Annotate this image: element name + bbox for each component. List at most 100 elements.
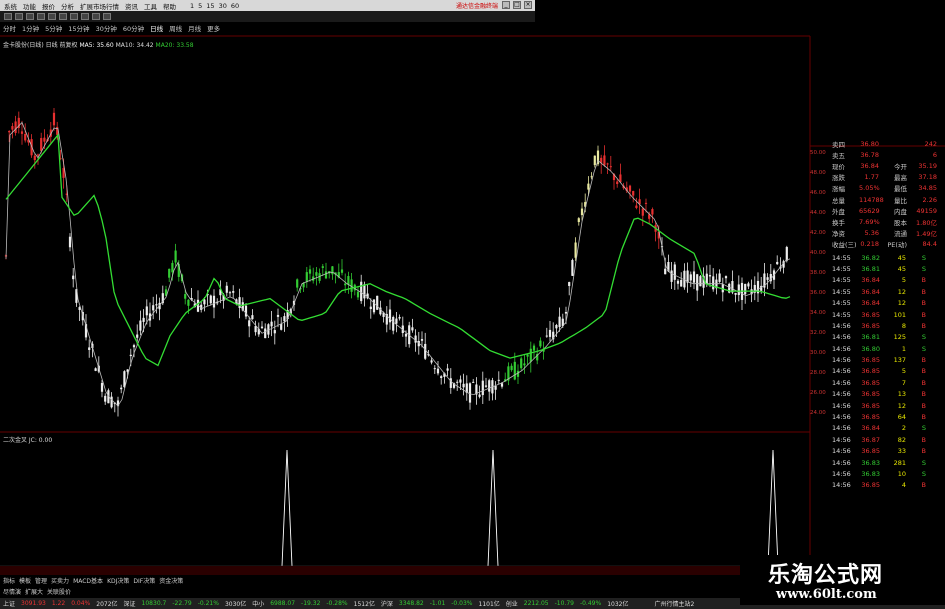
tick-f: B [921,413,926,422]
candle-body [644,202,648,204]
quote-row: 净资 5.36 流通 1.49亿 [832,228,944,239]
tick-t: 14:55 [832,253,851,262]
tick-row: 14:56 36.87 82 B [832,434,944,445]
tick-t: 14:56 [832,424,851,433]
candle-body [254,326,257,333]
sub-tab[interactable]: 扩展大 [25,587,43,596]
tick-f: B [921,390,926,399]
candle-body [571,260,574,276]
tick-p: 36.85 [861,356,880,365]
tick-row: 14:55 36.81 45 S [832,263,944,274]
indicator-tab[interactable]: 指标 [3,576,15,585]
tick-t: 14:55 [832,310,851,319]
candle-body [212,295,216,308]
tick-p: 36.84 [861,287,880,296]
tick-f: S [921,264,926,273]
tick-row: 14:56 36.84 2 S [832,423,944,434]
candle-body [248,320,251,327]
tick-p: 36.85 [861,481,880,490]
tick-row: 14:55 36.84 12 B [832,297,944,308]
candle-body [673,264,676,280]
candle-body [264,328,267,339]
candle-body [388,309,392,323]
tick-row: 14:55 36.84 12 B [832,286,944,297]
candle-body [321,266,324,268]
candle-body [580,208,584,216]
tick-f: S [921,344,926,353]
tick-p: 36.87 [861,435,880,444]
candle-body [40,138,43,151]
indicator-tab[interactable]: MACD基本 [73,576,103,585]
tick-f: S [921,333,926,342]
candle-body [94,368,97,371]
tick-row: 14:56 36.83 10 S [832,468,944,479]
status-pct: -0.49% [579,600,602,607]
tick-row: 14:56 36.85 12 B [832,400,944,411]
kline-chart[interactable] [0,0,945,609]
candle-body [209,295,212,304]
tick-p: 36.85 [861,321,880,330]
date-axis [0,566,810,575]
tick-v: 10 [897,469,906,478]
quote-l: 涨跌 [832,174,845,183]
quote-l2: 最低 [894,185,907,194]
watermark-url: www.60lt.com [776,587,877,602]
tick-p: 36.80 [861,344,880,353]
status-pct: -0.21% [197,600,219,607]
quote-v2: 1.49亿 [916,230,937,239]
candle-body [603,155,606,166]
axis-tick-label: 46.00 [810,190,826,196]
status-label: 沪深 [380,601,393,608]
indicator-tab[interactable]: KDJ决策 [107,576,129,585]
candle-body [718,273,721,282]
quote-v: 36.84 [860,161,879,170]
jc-signal-spike [487,449,499,567]
candle-body [574,242,577,258]
quote-v: 114788 [859,195,884,204]
candle-body [641,208,644,216]
indicator-tab[interactable]: 资金决策 [159,576,183,585]
candle-body [433,368,436,370]
candle-body [430,360,433,363]
quote-v2: 242 [924,139,937,148]
candle-body [510,365,513,371]
tick-v: 281 [893,458,906,467]
tick-f: S [921,458,926,467]
indicator-tab[interactable]: 模板 [19,576,31,585]
quote-row: 换手 7.69% 股本 1.80亿 [832,216,944,227]
candle-body [251,315,254,320]
candle-body [340,269,344,273]
candle-body [500,383,504,387]
candle-body [568,282,571,286]
quote-v: 36.80 [860,139,879,148]
quote-v: 5.36 [864,229,879,238]
candle-body [587,183,590,190]
candle-body [632,191,635,196]
tick-t: 14:56 [832,390,851,399]
quote-l2: 流通 [894,230,907,239]
indicator-tab[interactable]: 买卖力 [51,576,69,585]
candle-body [36,154,40,156]
indicator-tab[interactable]: DIF决策 [133,576,155,585]
quote-row: 收益(三) 0.218 PE(动) 84.4 [832,239,944,250]
quote-l: 外盘 [832,207,845,216]
candle-body [129,354,132,357]
quote-l: 涨幅 [832,185,845,194]
tick-f: B [921,378,926,387]
sub-tab[interactable]: 关联股价 [47,587,71,596]
axis-tick-label: 24.00 [810,410,826,416]
tick-t: 14:55 [832,299,851,308]
tick-v: 4 [901,481,906,490]
indicator-tab[interactable]: 管理 [35,576,47,585]
status-label: 深证 [123,601,136,608]
candle-body [171,262,174,273]
quote-panel: 卖四 36.80 242 卖五 36.78 6 现价 36.84 今开 35.19 涨跌 1.77 最高… [832,138,944,491]
quote-v: 65629 [859,206,880,215]
tick-f: B [921,287,926,296]
sub-tab[interactable]: 尽情演 [3,587,21,596]
candle-body [520,358,523,369]
candle-body [344,283,347,286]
candle-body [232,291,235,293]
candle-body [523,363,526,366]
status-amt: 1032亿 [607,601,629,608]
